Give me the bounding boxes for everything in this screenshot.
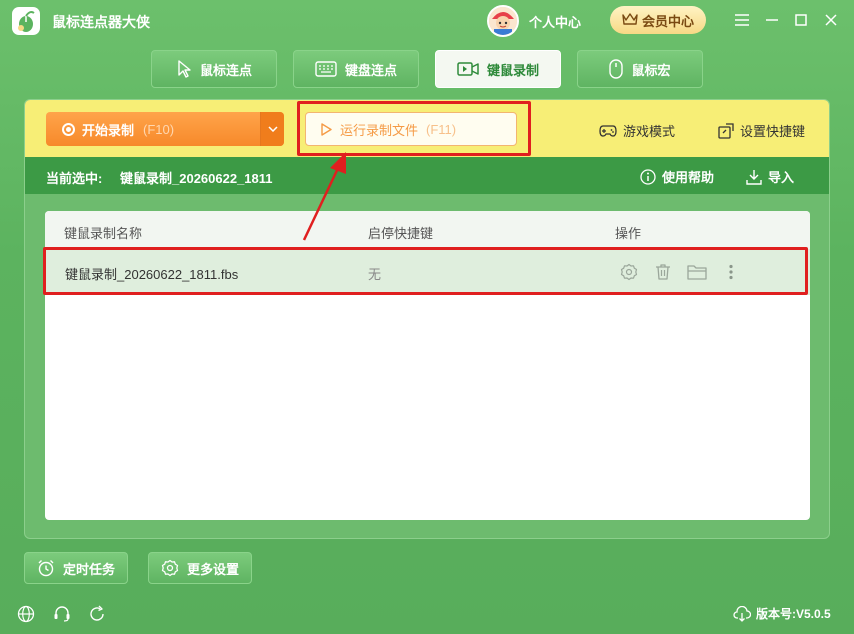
vip-center-button[interactable]: 会员中心 — [610, 6, 706, 34]
vip-center-label: 会员中心 — [641, 13, 694, 29]
mouse-icon — [609, 59, 624, 79]
set-hotkey-button[interactable]: 设置快捷键 — [718, 121, 805, 140]
version-info: 版本号: V5.0.5 — [733, 605, 831, 622]
tab-label: 键盘连点 — [344, 62, 397, 78]
refresh-icon[interactable] — [87, 604, 107, 624]
highlight-box-run-button — [297, 101, 531, 156]
cursor-icon — [176, 60, 192, 78]
info-icon — [640, 168, 656, 185]
version-label: 版本号: — [756, 607, 796, 621]
start-record-main[interactable]: 开始录制 (F10) — [46, 112, 260, 146]
menu-icon[interactable] — [733, 11, 751, 29]
close-icon[interactable] — [822, 11, 840, 29]
more-settings-button[interactable]: 更多设置 — [148, 552, 253, 584]
minimize-icon[interactable] — [763, 11, 781, 29]
user-center-label: 个人中心 — [529, 14, 582, 30]
tab-label: 鼠标宏 — [631, 62, 671, 78]
gamepad-icon — [599, 124, 617, 138]
alarm-clock-icon — [37, 559, 55, 577]
version-value: V5.0.5 — [796, 606, 831, 621]
tab-label: 键鼠录制 — [486, 62, 539, 78]
column-header-actions: 操作 — [615, 226, 642, 241]
current-selection-label: 当前选中: — [46, 171, 103, 186]
title-bar: 鼠标连点器大侠 个人中心 会员中心 — [0, 0, 854, 42]
import-label: 导入 — [768, 170, 795, 185]
app-logo-icon — [12, 7, 40, 35]
import-button[interactable]: 导入 — [746, 167, 794, 186]
help-label: 使用帮助 — [662, 170, 715, 185]
download-icon — [746, 169, 762, 185]
start-record-label: 开始录制 — [82, 122, 135, 138]
app-title: 鼠标连点器大侠 — [52, 14, 150, 30]
tab-mouse-click[interactable]: 鼠标连点 — [151, 50, 277, 88]
column-header-hotkey: 启停快捷键 — [368, 226, 434, 241]
set-hotkey-label: 设置快捷键 — [740, 124, 806, 139]
avatar — [487, 5, 519, 37]
tab-keymouse-record[interactable]: 键鼠录制 — [435, 50, 561, 88]
selection-bar: 当前选中: 键鼠录制_20260622_1811 使用帮助 导入 — [25, 157, 829, 194]
maximize-icon[interactable] — [792, 11, 810, 29]
customer-service-icon[interactable] — [52, 604, 72, 624]
game-mode-label: 游戏模式 — [623, 124, 676, 139]
crown-icon — [622, 12, 638, 29]
user-center-button[interactable]: 个人中心 — [487, 4, 581, 38]
column-header-name: 键鼠录制名称 — [64, 226, 143, 241]
start-record-hotkey: (F10) — [143, 121, 175, 137]
cloud-download-icon — [733, 605, 751, 622]
tab-mouse-macro[interactable]: 鼠标宏 — [577, 50, 703, 88]
scheduled-task-button[interactable]: 定时任务 — [24, 552, 129, 584]
table-header: 键鼠录制名称 启停快捷键 操作 — [45, 211, 810, 249]
tab-label: 鼠标连点 — [199, 62, 252, 78]
current-selection-value: 键鼠录制_20260622_1811 — [120, 171, 273, 186]
video-icon — [457, 61, 479, 77]
tab-keyboard-click[interactable]: 键盘连点 — [293, 50, 419, 88]
gear-icon — [161, 559, 179, 577]
scheduled-task-label: 定时任务 — [63, 561, 116, 577]
record-icon — [62, 122, 75, 136]
start-record-button[interactable]: 开始录制 (F10) — [46, 112, 284, 146]
highlight-box-record-row — [43, 247, 808, 295]
main-panel: 开始录制 (F10) 运行录制文件 (F11) 游戏模式 设置快捷键 当前选中:… — [24, 99, 830, 539]
keyboard-icon — [315, 61, 337, 77]
annotation-arrow-icon — [302, 152, 346, 241]
chevron-down-icon[interactable] — [260, 112, 284, 146]
help-button[interactable]: 使用帮助 — [640, 167, 714, 186]
globe-icon[interactable] — [16, 604, 36, 624]
hotkey-settings-icon — [718, 122, 734, 139]
game-mode-button[interactable]: 游戏模式 — [599, 121, 675, 140]
more-settings-label: 更多设置 — [187, 561, 240, 577]
